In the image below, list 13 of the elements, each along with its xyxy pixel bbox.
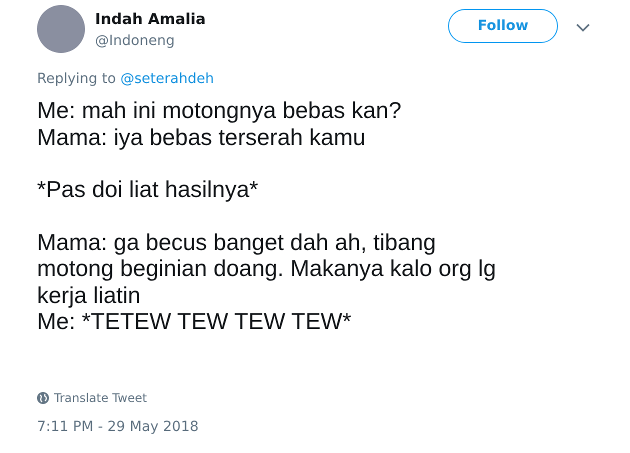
tweet-text: Me: mah ini motongnya bebas kan? Mama: iya bebas terserah kamu: [37, 97, 402, 150]
tweet-text: *Pas doi liat hasilnya*: [37, 176, 260, 202]
author-handle[interactable]: @Indoneng: [95, 31, 448, 51]
author-name[interactable]: Indah Amalia: [95, 9, 448, 29]
follow-button[interactable]: Follow: [448, 9, 558, 43]
avatar-placeholder[interactable]: [37, 5, 85, 53]
translate-tweet-link[interactable]: Translate Tweet: [54, 390, 147, 404]
replying-to-text: Replying to @seterahdeh: [37, 71, 215, 87]
mention-link[interactable]: @seterahdeh: [120, 71, 214, 87]
chevron-down-icon[interactable]: [576, 23, 590, 32]
tweet-text: Mama: ga becus banget dah ah, tibang motong beginian doang. Makanya kalo org lg kerja liatin Me: *TETEW TEW TEW TEW*: [37, 228, 498, 334]
globe-icon[interactable]: [37, 392, 49, 404]
tweet-timestamp: 7:11 PM - 29 May 2018: [37, 418, 200, 434]
